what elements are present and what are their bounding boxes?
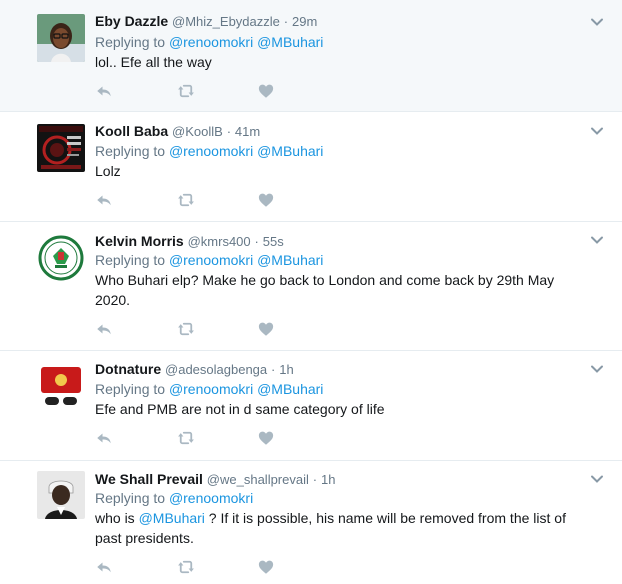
retweet-icon[interactable] [177,558,197,578]
display-name[interactable]: Kooll Baba [95,123,168,139]
user-handle[interactable]: @kmrs400 [188,234,251,249]
tweet-header: Eby Dazzle @Mhiz_Ebydazzle · 29m [95,12,317,31]
mention-link[interactable]: @MBuhari [257,34,323,50]
separator-dot: · [271,362,276,377]
user-handle[interactable]: @we_shallprevail [207,472,309,487]
like-icon[interactable] [257,320,277,340]
separator-dot: · [254,234,259,249]
display-name[interactable]: Kelvin Morris [95,233,184,249]
separator-dot: · [312,472,318,487]
chevron-down-icon[interactable] [590,233,604,247]
replying-prefix: Replying to [95,34,166,50]
mention-link[interactable]: @MBuhari [257,143,323,159]
like-icon[interactable] [257,429,277,449]
display-name[interactable]: We Shall Prevail [95,471,203,487]
reply-icon[interactable] [95,320,115,340]
reply-icon[interactable] [95,191,115,211]
tweet-text: Who Buhari elp? Make he go back to Londo… [95,272,555,308]
chevron-down-icon[interactable] [590,362,604,376]
replying-prefix: Replying to [95,252,166,268]
tweet[interactable]: Eby Dazzle @Mhiz_Ebydazzle · 29m Replyin… [0,0,622,112]
tweet-text: lol.. Efe all the way [95,54,212,70]
text-segment: who is [95,510,139,526]
chevron-down-icon[interactable] [590,15,604,29]
replying-to: Replying to @renoomokri @MBuhari [95,251,323,269]
user-handle[interactable]: @Mhiz_Ebydazzle [172,14,280,29]
tweet-header: We Shall Prevail @we_shallprevail · 1h [95,470,335,489]
tweet[interactable]: Kelvin Morris @kmrs400 · 55s Replying to… [0,222,622,351]
display-name[interactable]: Eby Dazzle [95,13,168,29]
replying-prefix: Replying to [95,381,166,397]
separator-dot: · [226,124,232,139]
replying-prefix: Replying to [95,490,166,506]
mention-link[interactable]: @renoomokri [169,34,253,50]
replying-to: Replying to @renoomokri @MBuhari [95,33,323,51]
tweet[interactable]: Kooll Baba @KoollB · 41m Replying to @re… [0,112,622,222]
avatar[interactable] [37,14,85,62]
tweet-text: who is @MBuhari ? If it is possible, his… [95,508,585,548]
retweet-icon[interactable] [177,191,197,211]
retweet-icon[interactable] [177,320,197,340]
like-icon[interactable] [257,191,277,211]
tweet-header: Kooll Baba @KoollB · 41m [95,122,260,141]
user-handle[interactable]: @adesolagbenga [165,362,267,377]
user-handle[interactable]: @KoollB [172,124,223,139]
replying-to: Replying to @renoomokri @MBuhari [95,142,323,160]
tweet-text: Efe and PMB are not in d same category o… [95,401,385,417]
separator-dot: · [283,14,289,29]
replying-to: Replying to @renoomokri @MBuhari [95,380,323,398]
chevron-down-icon[interactable] [590,124,604,138]
tweet-text: Lolz [95,163,121,179]
mention-link[interactable]: @MBuhari [257,381,323,397]
timestamp[interactable]: 1h [279,362,293,377]
retweet-icon[interactable] [177,82,197,102]
replying-to: Replying to @renoomokri [95,489,253,507]
tweet[interactable]: Dotnature @adesolagbenga · 1h Replying t… [0,351,622,461]
avatar[interactable] [37,124,85,172]
display-name[interactable]: Dotnature [95,361,161,377]
like-icon[interactable] [257,558,277,578]
mention-link[interactable]: @renoomokri [169,143,253,159]
mention-link[interactable]: @renoomokri [169,381,253,397]
reply-icon[interactable] [95,429,115,449]
tweet-header: Dotnature @adesolagbenga · 1h [95,360,294,379]
tweet[interactable]: We Shall Prevail @we_shallprevail · 1h R… [0,461,622,584]
replying-prefix: Replying to [95,143,166,159]
avatar[interactable] [37,234,85,282]
timestamp[interactable]: 29m [292,14,317,29]
mention-link[interactable]: @renoomokri [169,252,253,268]
like-icon[interactable] [257,82,277,102]
chevron-down-icon[interactable] [590,472,604,486]
timestamp[interactable]: 41m [235,124,260,139]
mention-link[interactable]: @renoomokri [169,490,253,506]
retweet-icon[interactable] [177,429,197,449]
mention-link[interactable]: @MBuhari [257,252,323,268]
avatar[interactable] [37,361,85,409]
avatar[interactable] [37,471,85,519]
timestamp[interactable]: 1h [321,472,335,487]
tweet-header: Kelvin Morris @kmrs400 · 55s [95,232,284,251]
reply-icon[interactable] [95,558,115,578]
mention-link[interactable]: @MBuhari [139,510,205,526]
reply-icon[interactable] [95,82,115,102]
timestamp[interactable]: 55s [263,234,284,249]
